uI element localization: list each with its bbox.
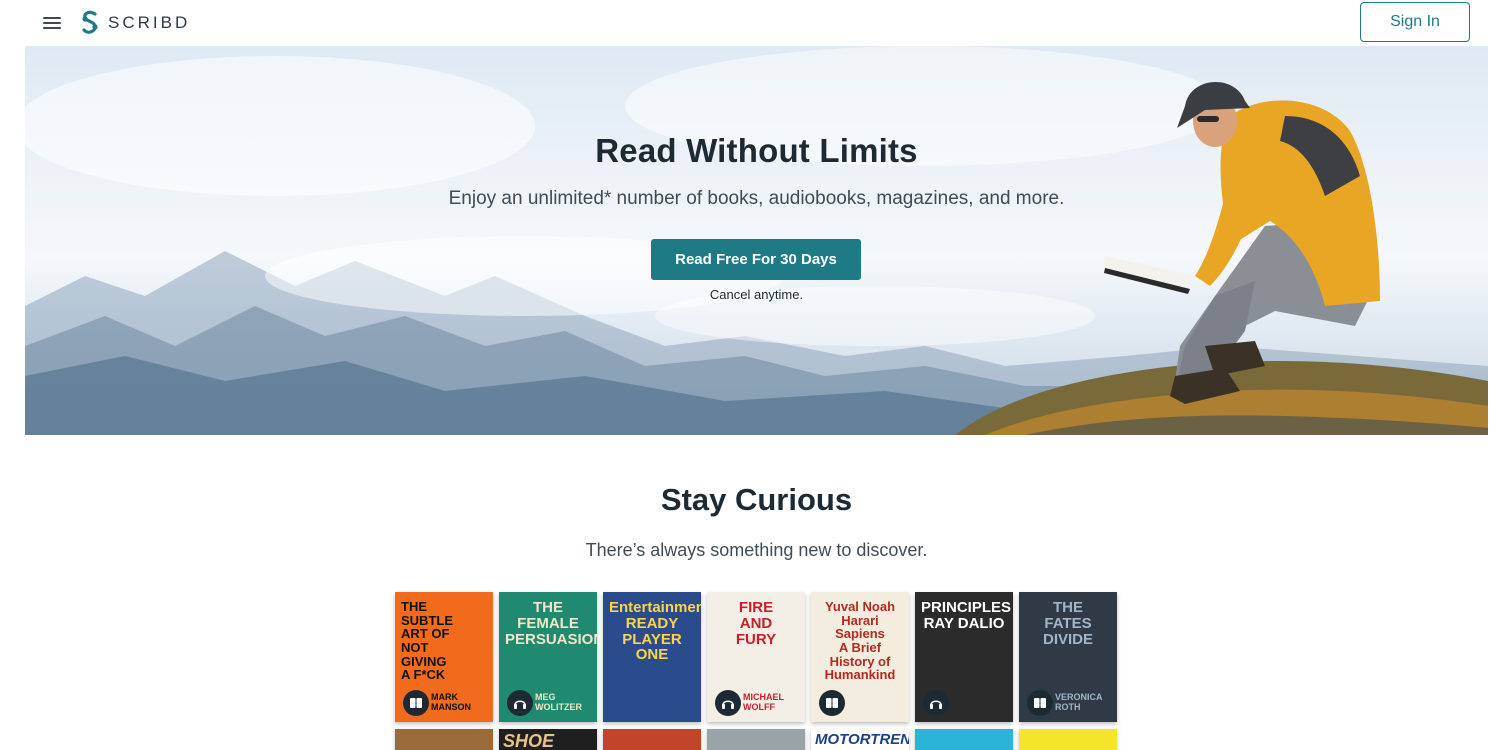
section-subtitle: There’s always something new to discover… (585, 540, 928, 560)
book-cover-title: MOTORTREND (815, 731, 909, 748)
book-cover[interactable]: PRINCIPLES RAY DALIO (915, 592, 1013, 722)
headphones-icon (715, 690, 741, 716)
headphones-icon (507, 690, 533, 716)
book-icon (819, 690, 845, 716)
book-cover-line: Humankind (824, 667, 896, 683)
book-cover-title: PRINCIPLES RAY DALIO (921, 599, 1012, 632)
book-cover[interactable]: Yuval Noah Harari Sapiens A Brief History o… (811, 592, 909, 722)
book-cover-line: GIVING (401, 653, 447, 669)
scribd-logo[interactable]: SCRIBD (80, 9, 190, 37)
book-cover[interactable]: MOTORTREND (811, 729, 909, 750)
book-cover[interactable]: THE FEMALE PERSUASION MEG WOLITZER (499, 592, 597, 722)
scribd-logo-icon (82, 10, 98, 34)
book-cover-line: Sapiens (835, 626, 885, 642)
book-cover[interactable]: FIRE AND FURY MICHAEL WOLFF (707, 592, 805, 722)
book-cover-line: FEMALE (517, 614, 579, 632)
book-cover[interactable] (395, 729, 493, 750)
book-cover-title: Entertainment READY PLAYER ONE (609, 599, 701, 664)
sign-in-button[interactable]: Sign In (1360, 2, 1470, 42)
book-cover-author: VERONICA ROTH (1055, 692, 1103, 712)
book-cover-line: NOT (401, 639, 429, 655)
cancel-note: Cancel anytime. (709, 287, 804, 302)
book-cover-line: DIVIDE (1042, 630, 1093, 648)
book-cover-line: FIRE (738, 599, 774, 616)
book-cover[interactable]: THE FATES DIVIDE VERONICA ROTH (1019, 592, 1117, 722)
book-cover[interactable] (915, 729, 1013, 750)
book-cover-line: PERSUASION (505, 630, 597, 648)
book-cover-line: PRINCIPLES (921, 599, 1012, 616)
book-cover-title: SHOE (503, 731, 555, 750)
book-cover-title: THE SUBTLE ART OF NOT GIVING A F*CK (401, 600, 487, 682)
headphones-icon (923, 690, 949, 716)
book-cover[interactable]: THE SUBTLE ART OF NOT GIVING A F*CK MARK MANSO… (395, 592, 493, 722)
book-cover-line: READY (625, 614, 679, 632)
book-cover-line: RAY DALIO (923, 614, 1005, 632)
book-cover[interactable]: SHOE (499, 729, 597, 750)
book-cover-line: PLAYER (622, 630, 682, 648)
hero-subtitle: Enjoy an unlimited* number of books, aud… (448, 188, 1065, 209)
top-header: SCRIBD Sign In (0, 0, 1500, 46)
book-cover-line: Yuval Noah Harari (824, 599, 896, 628)
hamburger-menu-icon[interactable] (41, 14, 63, 32)
book-cover-line: ART OF (401, 626, 450, 642)
hero-banner: Read Without Limits Enjoy an unlimited* … (25, 46, 1488, 435)
book-cover-line: ONE (635, 646, 669, 664)
book-cover-line: SUBTLE (401, 612, 453, 628)
book-cover-line: THE (401, 599, 427, 614)
book-cover[interactable] (707, 729, 805, 750)
book-cover-author: MEG WOLITZER (535, 692, 582, 712)
book-cover-title: THE FEMALE PERSUASION (505, 599, 597, 648)
book-cover-title: THE FATES DIVIDE (1025, 600, 1111, 647)
book-cover-line: FURY (735, 630, 777, 648)
book-cover-line: AND (739, 614, 773, 632)
book-cover-line: A F*CK (401, 667, 446, 683)
book-icon (403, 690, 429, 716)
hero-title: Read Without Limits (595, 132, 918, 169)
book-cover-title: FIRE AND FURY (713, 600, 799, 647)
book-cover-author: MARK MANSON (431, 692, 471, 712)
book-cover-title: Yuval Noah Harari Sapiens A Brief History o… (817, 600, 903, 682)
book-cover-line: History of (829, 653, 891, 669)
book-cover[interactable] (603, 729, 701, 750)
book-cover-author: MICHAEL WOLFF (743, 692, 784, 712)
book-cover-line: THE (1053, 599, 1083, 616)
section-title: Stay Curious (660, 482, 853, 517)
book-cover[interactable]: Entertainment READY PLAYER ONE (603, 592, 701, 722)
logo-text: SCRIBD (108, 13, 191, 32)
read-free-button[interactable]: Read Free For 30 Days (651, 239, 861, 280)
book-cover[interactable] (1019, 729, 1117, 750)
book-cover-line: Entertainment (609, 599, 701, 616)
book-icon (1027, 690, 1053, 716)
book-cover-line: A Brief (838, 639, 882, 655)
book-cover-line: THE (533, 599, 563, 616)
book-cover-line: FATES (1044, 614, 1092, 632)
